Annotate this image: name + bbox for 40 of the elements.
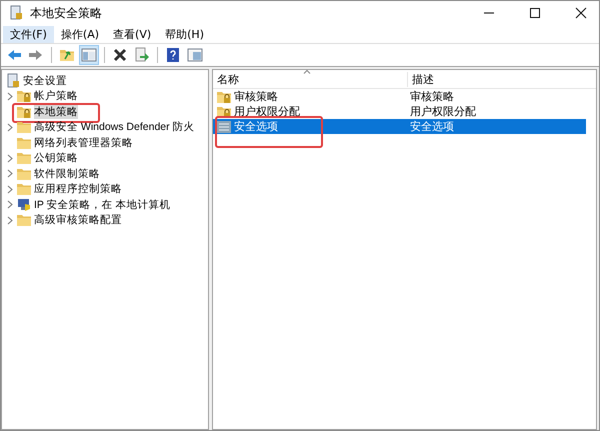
chevron-right-icon[interactable] [7,154,14,163]
tree-item[interactable]: 高级安全 Windows Defender 防火 [34,120,195,134]
folder-icon [16,181,32,198]
tree-item[interactable]: 网络列表管理器策略 [34,136,133,150]
tree-item[interactable]: 本地策略 [34,104,78,119]
tree-item[interactable]: 软件限制策略 [34,166,100,181]
tree-item[interactable]: 安全设置 [23,74,67,88]
folder-icon [16,119,32,136]
menu-item[interactable]: 操作(A) [54,26,106,42]
column-header[interactable]: 描述 [407,72,434,86]
chevron-right-icon[interactable] [7,216,14,225]
tree-item[interactable]: 高级审核策略配置 [34,213,122,228]
chevron-right-icon[interactable] [7,169,14,178]
maximize-icon[interactable] [529,7,541,19]
window-title: 本地安全策略 [30,4,102,22]
tree-item[interactable]: 应用程序控制策略 [34,182,122,196]
chevron-right-icon[interactable] [7,92,14,101]
close-icon[interactable] [575,7,587,19]
policy-list-icon [216,118,232,134]
folder-icon [16,150,32,166]
list-cell: 用户权限分配 [234,104,300,119]
chevron-right-icon[interactable] [7,184,14,194]
menu-item[interactable]: 查看(V) [106,26,158,42]
menu-item[interactable]: 文件(F) [3,26,54,42]
tree-item[interactable]: 帐户策略 [34,89,78,104]
menu-item[interactable]: 帮助(H) [158,26,211,42]
locked-folder-icon [16,88,32,104]
list-cell-text: 安全选项 [409,119,454,134]
tree-item[interactable]: IP 安全策略，在 本地计算机 [34,198,171,212]
selected-row[interactable]: 安全选项 安全选项 [213,119,586,134]
list-cell: 安全选项 [234,119,278,134]
list-cell-text: 用户权限分配 [409,104,476,119]
list-cell: 审核策略 [234,89,278,104]
column-header[interactable]: 名称 [213,72,407,86]
tree-item[interactable]: 公钥策略 [34,151,78,166]
chevron-right-icon[interactable] [7,122,14,132]
folder-icon [16,212,32,228]
chevron-right-icon[interactable] [7,200,14,210]
list-cell-text: 审核策略 [409,89,454,104]
sort-caret-icon [303,69,311,74]
